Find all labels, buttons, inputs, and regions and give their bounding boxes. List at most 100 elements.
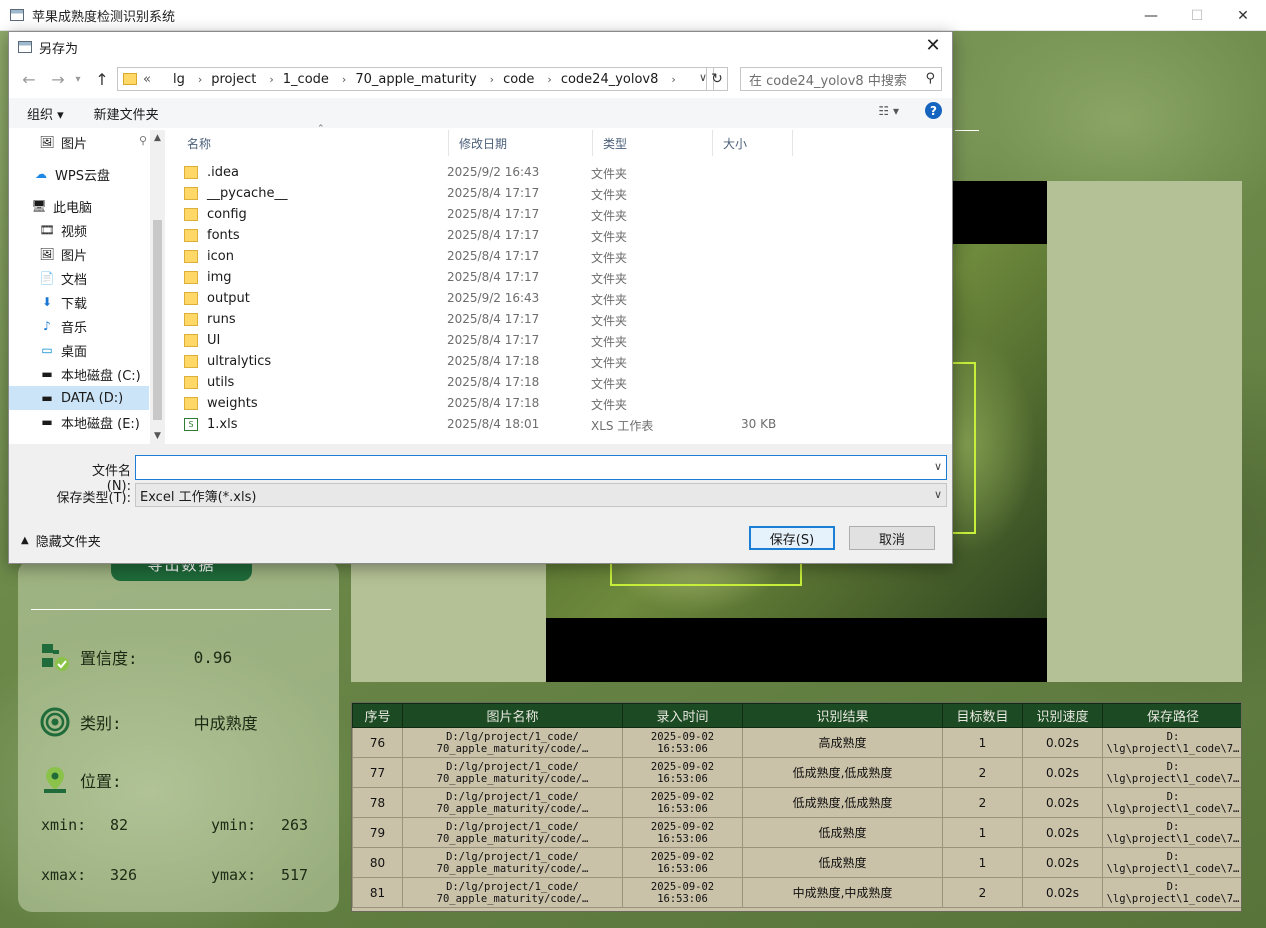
column-size[interactable]: 大小 (713, 130, 793, 156)
breadcrumb-item[interactable]: project (211, 72, 256, 87)
nav-item[interactable]: ▬ 本地磁盘 (C:) (9, 362, 149, 386)
nav-item[interactable]: 🖥 此电脑 (9, 194, 149, 218)
table-cell[interactable]: 79 (352, 817, 403, 848)
table-cell[interactable]: 77 (352, 757, 403, 788)
table-cell[interactable]: 2025-09-02 16:53:06 (622, 877, 743, 908)
table-row[interactable]: 76 D:/lg/project/1_code/70_apple_maturity… (352, 727, 1241, 758)
up-arrow-icon[interactable]: ↑ (91, 68, 113, 90)
file-row[interactable]: img 2025/8/4 17:17 文件夹 (181, 267, 951, 288)
table-cell[interactable]: 2025-09-02 16:53:06 (622, 847, 743, 878)
nav-item[interactable]: 🎞 视频 (9, 218, 149, 242)
chevron-right-icon[interactable]: › (342, 73, 346, 86)
table-row[interactable]: 79 D:/lg/project/1_code/70_apple_maturity… (352, 817, 1241, 848)
nav-item[interactable]: ▬ DATA (D:) (9, 386, 149, 410)
file-row[interactable]: __pycache__ 2025/8/4 17:17 文件夹 (181, 183, 951, 204)
scroll-up-icon[interactable]: ▲ (150, 133, 165, 143)
file-row[interactable]: runs 2025/8/4 17:17 文件夹 (181, 309, 951, 330)
table-cell[interactable]: 80 (352, 847, 403, 878)
nav-item[interactable]: 🖼 图片 (9, 242, 149, 266)
table-cell[interactable]: 高成熟度 (742, 727, 943, 758)
nav-item[interactable]: ☁ WPS云盘 (9, 162, 149, 186)
chevron-right-icon[interactable]: › (269, 73, 273, 86)
header-entry-time[interactable]: 录入时间 (622, 703, 743, 728)
hide-folders-toggle[interactable]: ▲ 隐藏文件夹 (21, 531, 101, 550)
file-row[interactable]: weights 2025/8/4 17:18 文件夹 (181, 393, 951, 414)
header-save-path[interactable]: 保存路径 (1102, 703, 1241, 728)
table-cell[interactable]: D:/lg/project/1_code/70_apple_maturity/c… (402, 847, 623, 878)
header-index[interactable]: 序号 (352, 703, 403, 728)
table-cell[interactable]: 2 (942, 757, 1023, 788)
close-app-button[interactable]: ✕ (1220, 0, 1266, 31)
save-button[interactable]: 保存(S) (749, 526, 835, 550)
table-cell[interactable]: D:/lg/project/1_code/70_apple_maturity/c… (402, 787, 623, 818)
table-cell[interactable]: 81 (352, 877, 403, 908)
search-input[interactable]: 在 code24_yolov8 中搜索 ⚲ (740, 67, 942, 91)
organize-button[interactable]: 组织 ▾ (27, 104, 64, 123)
header-image-name[interactable]: 图片名称 (402, 703, 623, 728)
table-cell[interactable]: D:/lg/project/1_code/70_apple_maturity/c… (402, 757, 623, 788)
breadcrumb-item[interactable]: code (503, 72, 534, 87)
table-cell[interactable]: 低成熟度,低成熟度 (742, 787, 943, 818)
file-row[interactable]: S 1.xls 2025/8/4 18:01 XLS 工作表 30 KB (181, 414, 951, 435)
table-row[interactable]: 81 D:/lg/project/1_code/70_apple_maturity… (352, 877, 1241, 908)
forward-arrow-icon[interactable]: → (47, 68, 69, 90)
table-cell[interactable]: D: \lg\project\1_code\7… (1102, 757, 1241, 788)
table-cell[interactable]: D:/lg/project/1_code/70_apple_maturity/c… (402, 817, 623, 848)
column-name[interactable]: ⌃ 名称 (177, 124, 449, 156)
table-cell[interactable]: 0.02s (1022, 787, 1103, 818)
table-cell[interactable]: 1 (942, 727, 1023, 758)
chevron-right-icon[interactable]: › (198, 73, 202, 86)
file-row[interactable]: output 2025/9/2 16:43 文件夹 (181, 288, 951, 309)
table-cell[interactable]: 2025-09-02 16:53:06 (622, 727, 743, 758)
recent-locations-icon[interactable]: ▾ (71, 68, 85, 90)
header-target-count[interactable]: 目标数目 (942, 703, 1023, 728)
file-row[interactable]: config 2025/8/4 17:17 文件夹 (181, 204, 951, 225)
filename-dropdown-icon[interactable]: ∨ (934, 460, 942, 473)
table-cell[interactable]: 低成熟度 (742, 847, 943, 878)
view-options-icon[interactable]: ☷ ▾ (878, 104, 899, 118)
table-cell[interactable]: 中成熟度,中成熟度 (742, 877, 943, 908)
table-cell[interactable]: D: \lg\project\1_code\7… (1102, 847, 1241, 878)
table-cell[interactable]: D: \lg\project\1_code\7… (1102, 877, 1241, 908)
new-folder-button[interactable]: 新建文件夹 (94, 104, 159, 123)
nav-item[interactable]: ⬇ 下载 (9, 290, 149, 314)
header-result[interactable]: 识别结果 (742, 703, 943, 728)
breadcrumb-prefix[interactable]: « (143, 72, 151, 87)
file-row[interactable]: fonts 2025/8/4 17:17 文件夹 (181, 225, 951, 246)
table-cell[interactable]: 低成熟度 (742, 817, 943, 848)
file-row[interactable]: icon 2025/8/4 17:17 文件夹 (181, 246, 951, 267)
table-row[interactable]: 78 D:/lg/project/1_code/70_apple_maturity… (352, 787, 1241, 818)
nav-scrollbar[interactable]: ▲ ▼ (150, 130, 165, 444)
address-bar[interactable]: « lg › project › 1_code › 70_apple_maturity › co… (117, 67, 714, 91)
column-date[interactable]: 修改日期 (449, 130, 593, 156)
file-row[interactable]: utils 2025/8/4 17:18 文件夹 (181, 372, 951, 393)
table-cell[interactable]: 1 (942, 847, 1023, 878)
filename-input[interactable]: ∨ (135, 455, 947, 480)
breadcrumb-item[interactable]: lg (173, 72, 185, 87)
table-row[interactable]: 80 D:/lg/project/1_code/70_apple_maturity… (352, 847, 1241, 878)
table-cell[interactable]: 2 (942, 877, 1023, 908)
table-cell[interactable]: 0.02s (1022, 817, 1103, 848)
chevron-right-icon[interactable]: › (671, 73, 675, 86)
table-cell[interactable]: 78 (352, 787, 403, 818)
table-cell[interactable]: D: \lg\project\1_code\7… (1102, 727, 1241, 758)
breadcrumb-item[interactable]: 1_code (283, 72, 329, 87)
table-cell[interactable]: D: \lg\project\1_code\7… (1102, 817, 1241, 848)
table-cell[interactable]: 2025-09-02 16:53:06 (622, 817, 743, 848)
maximize-button[interactable]: ☐ (1174, 0, 1220, 31)
file-row[interactable]: ultralytics 2025/8/4 17:18 文件夹 (181, 351, 951, 372)
table-cell[interactable]: 76 (352, 727, 403, 758)
scroll-thumb[interactable] (153, 220, 162, 420)
table-cell[interactable]: 0.02s (1022, 847, 1103, 878)
header-speed[interactable]: 识别速度 (1022, 703, 1103, 728)
breadcrumb-item[interactable]: code24_yolov8 (561, 72, 659, 87)
breadcrumb-item[interactable]: 70_apple_maturity (355, 72, 476, 87)
scroll-down-icon[interactable]: ▼ (150, 431, 165, 441)
cancel-button[interactable]: 取消 (849, 526, 935, 550)
table-cell[interactable]: D:/lg/project/1_code/70_apple_maturity/c… (402, 877, 623, 908)
table-cell[interactable]: 低成熟度,低成熟度 (742, 757, 943, 788)
table-row[interactable]: 77 D:/lg/project/1_code/70_apple_maturity… (352, 757, 1241, 788)
nav-item[interactable]: ♪ 音乐 (9, 314, 149, 338)
nav-item[interactable]: 📄 文档 (9, 266, 149, 290)
refresh-icon[interactable]: ↻ (706, 67, 728, 91)
